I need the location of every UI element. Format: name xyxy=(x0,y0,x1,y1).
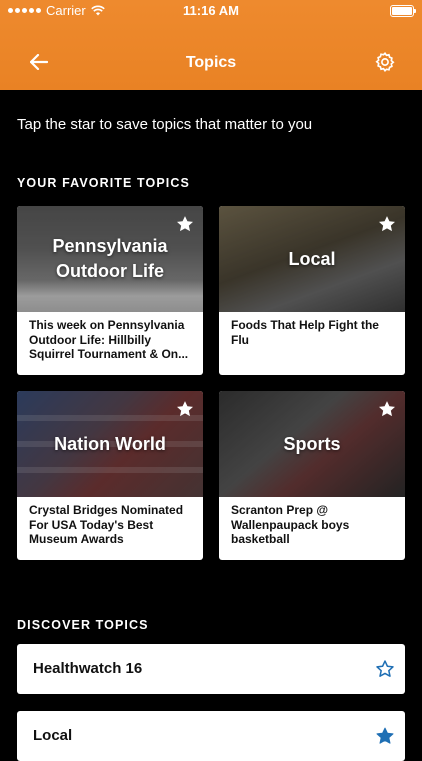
page-title: Topics xyxy=(185,54,237,71)
topic-card-headline: Crystal Bridges Nominated For USA Today'… xyxy=(29,503,184,546)
battery-level xyxy=(392,7,412,15)
topic-card-nation-world[interactable]: Nation World Crystal Bridges Nominated F… xyxy=(17,391,203,560)
intro-text: Tap the star to save topics that matter … xyxy=(17,116,313,133)
discover-section-title: DISCOVER TOPICS xyxy=(17,618,149,632)
settings-button[interactable] xyxy=(370,47,400,77)
topic-card-headline: Foods That Help Fight the Flu xyxy=(231,318,379,347)
discover-topic-label: Local xyxy=(33,727,73,744)
favorites-section-title: YOUR FAVORITE TOPICS xyxy=(17,176,190,190)
gear-icon xyxy=(375,52,395,72)
star-filled-icon[interactable] xyxy=(377,214,397,234)
topic-card-headline: Scranton Prep @ Wallenpaupack boys baske… xyxy=(231,503,350,546)
app-header: Carrier 11:16 AM Topics xyxy=(0,0,422,90)
status-bar: Carrier 11:16 AM xyxy=(0,0,422,22)
discover-topic-local[interactable]: Local xyxy=(17,711,405,761)
star-filled-icon[interactable] xyxy=(175,399,195,419)
star-filled-icon[interactable] xyxy=(375,726,395,746)
topic-card-sports[interactable]: Sports Scranton Prep @ Wallenpaupack boy… xyxy=(219,391,405,560)
star-filled-icon[interactable] xyxy=(175,214,195,234)
discover-topic-label: Healthwatch 16 xyxy=(33,660,143,677)
discover-topic-healthwatch-16[interactable]: Healthwatch 16 xyxy=(17,644,405,694)
star-filled-icon[interactable] xyxy=(377,399,397,419)
star-outline-icon[interactable] xyxy=(375,659,395,679)
topic-card-local[interactable]: Local Foods That Help Fight the Flu xyxy=(219,206,405,375)
topic-card-pennsylvania-outdoor-life[interactable]: Pennsylvania Outdoor Life This week on P… xyxy=(17,206,203,375)
topic-card-headline: This week on Pennsylvania Outdoor Life: … xyxy=(29,318,189,361)
status-time: 11:16 AM xyxy=(183,3,239,18)
battery-icon xyxy=(390,5,416,17)
